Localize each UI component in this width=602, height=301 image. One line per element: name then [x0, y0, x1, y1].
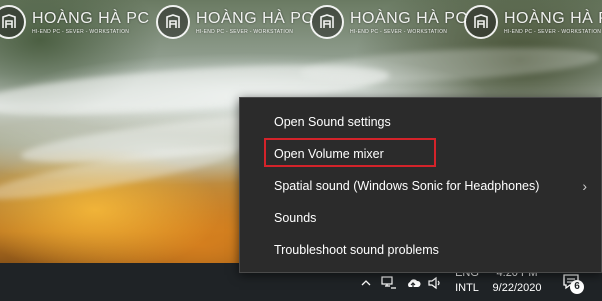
notification-count-badge: 6 — [570, 280, 584, 294]
menu-item-open-sound-settings[interactable]: Open Sound settings — [240, 106, 601, 138]
watermark-brand: HOÀNG HÀ PC — [350, 9, 468, 27]
menu-item-label: Open Sound settings — [274, 115, 391, 129]
clock-date: 9/22/2020 — [492, 282, 542, 294]
water-highlight — [299, 42, 601, 88]
chevron-right-icon: › — [582, 178, 587, 194]
watermark-logo: HOÀNG HÀ PC HI-END PC - SEVER - WORKSTAT… — [156, 2, 314, 42]
watermark-logo: HOÀNG HÀ PC HI-END PC - SEVER - WORKSTAT… — [310, 2, 468, 42]
menu-item-label: Sounds — [274, 211, 317, 225]
watermark-tagline: HI-END PC - SEVER - WORKSTATION — [32, 28, 130, 35]
keyboard-layout: INTL — [455, 282, 479, 294]
watermark-tagline: HI-END PC - SEVER - WORKSTATION — [350, 28, 448, 35]
watermark-logo: HOÀNG HÀ PC HI-END PC - SEVER - WORKSTAT… — [0, 2, 150, 42]
menu-item-sounds[interactable]: Sounds — [240, 202, 601, 234]
sound-context-menu: Open Sound settings Open Volume mixer Sp… — [239, 97, 602, 273]
watermark-logo: HOÀNG HÀ PC HI-END PC - SEVER - WORKSTAT… — [464, 2, 602, 42]
brand-logo-icon — [0, 5, 26, 39]
highlight-annotation-box — [264, 138, 436, 167]
menu-item-troubleshoot-sound[interactable]: Troubleshoot sound problems — [240, 234, 601, 266]
watermark-tagline: HI-END PC - SEVER - WORKSTATION — [504, 28, 602, 35]
brand-logo-icon — [464, 5, 498, 39]
menu-item-spatial-sound[interactable]: Spatial sound (Windows Sonic for Headpho… — [240, 170, 601, 202]
watermark-brand: HOÀNG HÀ PC — [32, 9, 150, 27]
menu-item-label: Troubleshoot sound problems — [274, 243, 439, 257]
watermark-brand: HOÀNG HÀ PC — [196, 9, 314, 27]
menu-item-label: Spatial sound (Windows Sonic for Headpho… — [274, 179, 540, 193]
brand-logo-icon — [310, 5, 344, 39]
brand-logo-icon — [156, 5, 190, 39]
watermark-tagline: HI-END PC - SEVER - WORKSTATION — [196, 28, 294, 35]
watermark-brand: HOÀNG HÀ PC — [504, 9, 602, 27]
